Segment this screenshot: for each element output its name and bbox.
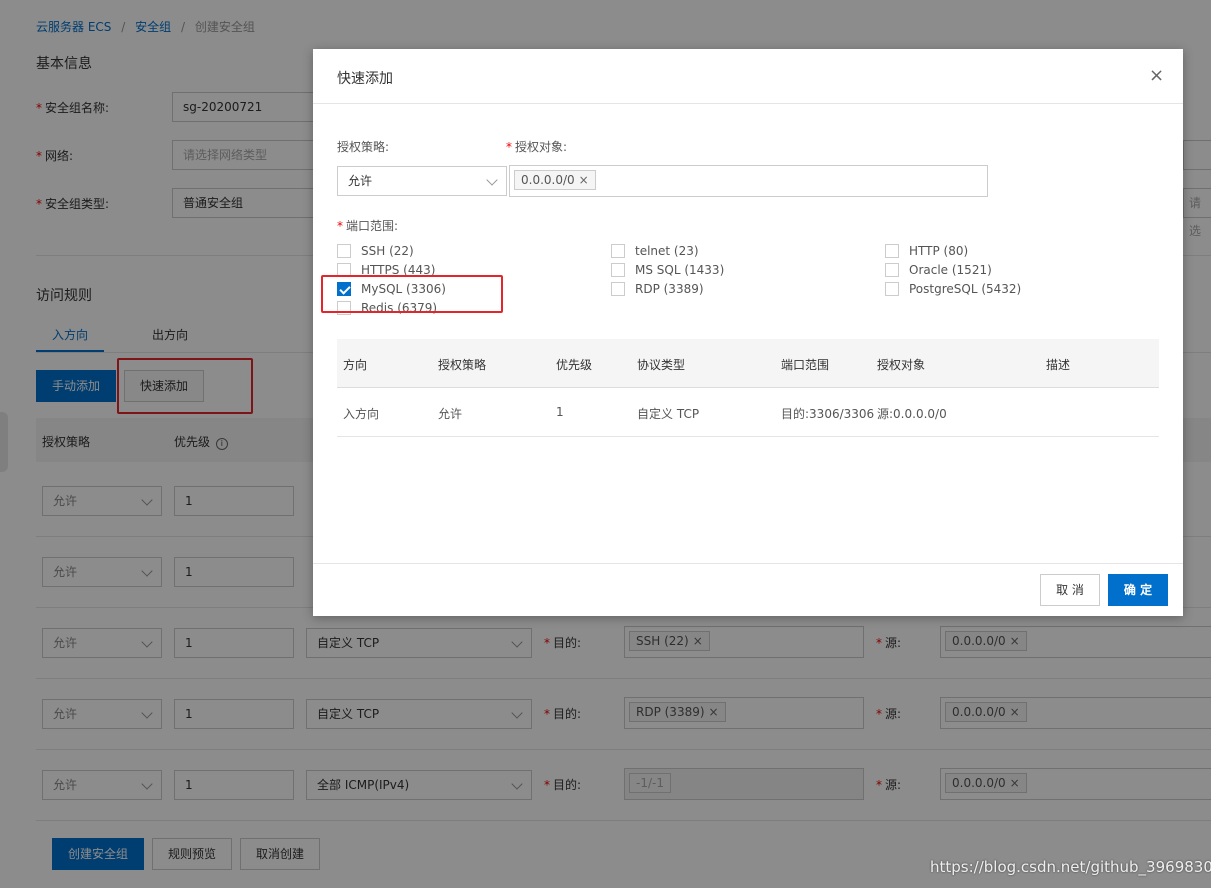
checkbox[interactable] (885, 263, 899, 277)
checkbox-label: RDP (3389) (635, 282, 704, 296)
table-divider (337, 436, 1159, 437)
dialog-header-divider (313, 103, 1183, 104)
target-tag: 0.0.0.0/0 × (514, 170, 596, 190)
highlight-box-mysql (321, 275, 503, 313)
dialog-footer-divider (313, 563, 1183, 564)
watermark: https://blog.csdn.net/github_39698303 (930, 858, 1211, 876)
cell-target: 源:0.0.0.0/0 (877, 407, 947, 421)
checkbox-label: HTTP (80) (909, 244, 969, 258)
checkbox-label: telnet (23) (635, 244, 699, 258)
cell-port-range: 目的:3306/3306 (781, 407, 875, 421)
checkbox[interactable] (337, 244, 351, 258)
col-target: 授权对象 (877, 358, 926, 372)
remove-icon[interactable]: × (579, 173, 589, 187)
checkbox[interactable] (885, 244, 899, 258)
close-icon[interactable]: × (1149, 65, 1164, 86)
cell-direction: 入方向 (343, 407, 380, 421)
col-protocol: 协议类型 (637, 358, 686, 372)
port-range-label: * 端口范围: (337, 219, 399, 233)
quick-add-dialog: 快速添加 × 授权策略: * 授权对象: 允许 0.0.0.0/0 × * 端口范围:… (313, 49, 1183, 616)
cell-policy: 允许 (438, 407, 463, 421)
checkbox-label: Oracle (1521) (909, 263, 992, 277)
policy-select[interactable]: 允许 (337, 166, 507, 196)
table-divider (337, 387, 1159, 388)
col-policy: 授权策略 (438, 358, 487, 372)
cell-priority: 1 (556, 405, 564, 419)
policy-label: 授权策略: (337, 140, 390, 154)
col-description: 描述 (1046, 358, 1071, 372)
checkbox[interactable] (611, 244, 625, 258)
cell-protocol: 自定义 TCP (637, 407, 700, 421)
checkbox[interactable] (611, 263, 625, 277)
col-direction: 方向 (343, 358, 368, 372)
checkbox-label: SSH (22) (361, 244, 414, 258)
dialog-confirm-button[interactable]: 确 定 (1108, 574, 1168, 606)
dialog-cancel-button[interactable]: 取 消 (1040, 574, 1100, 606)
target-label: * 授权对象: (506, 140, 568, 154)
dialog-title: 快速添加 (337, 71, 393, 87)
checkbox[interactable] (885, 282, 899, 296)
checkbox-label: MS SQL (1433) (635, 263, 725, 277)
checkbox-label: PostgreSQL (5432) (909, 282, 1022, 296)
col-port-range: 端口范围 (781, 358, 830, 372)
checkbox[interactable] (611, 282, 625, 296)
col-priority: 优先级 (556, 358, 593, 372)
target-input[interactable]: 0.0.0.0/0 × (509, 165, 988, 197)
